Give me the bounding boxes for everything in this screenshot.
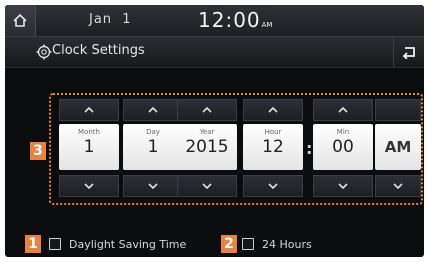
day-value-box[interactable]: Day 1 [123,124,183,170]
daylight-saving-option[interactable]: Daylight Saving Time [49,236,186,252]
month-column: Month 1 [59,95,119,203]
ampm-up-button[interactable] [375,99,421,121]
gear-icon [36,44,52,60]
minute-label: Min [336,128,350,136]
callout-3: 3 [30,142,46,160]
time-suffix: AM [261,21,273,29]
chevron-up-icon [148,107,158,113]
hour-column: Hour 12 [243,95,303,203]
chevron-down-icon [268,183,278,189]
year-value: 2015 [185,137,229,157]
minute-down-button[interactable] [313,175,373,197]
minute-value-box[interactable]: Min 00 [313,124,373,170]
hours-24-option[interactable]: 24 Hours [242,236,312,252]
day-down-button[interactable] [123,175,183,197]
year-column: Year 2015 [177,95,237,203]
chevron-down-icon [338,183,348,189]
hour-value-box[interactable]: Hour 12 [243,124,303,170]
ampm-down-button[interactable] [375,175,421,197]
month-value: 1 [83,137,95,157]
month-value-box[interactable]: Month 1 [59,124,119,170]
hour-label: Hour [264,128,282,136]
hour-value: 12 [262,137,284,157]
minute-value: 00 [332,137,354,157]
day-up-button[interactable] [123,99,183,121]
ampm-column: AM [375,95,421,203]
hours-24-checkbox[interactable] [242,238,254,250]
year-up-button[interactable] [177,99,237,121]
ampm-value: AM [384,138,412,156]
title-bar: Clock Settings [5,37,424,68]
daylight-saving-label: Daylight Saving Time [69,237,187,251]
day-label: Day [146,128,160,136]
minute-up-button[interactable] [313,99,373,121]
chevron-up-icon [268,107,278,113]
chevron-down-icon [202,183,212,189]
back-icon [402,47,415,59]
hours-24-label: 24 Hours [262,237,312,251]
chevron-up-icon [202,107,212,113]
status-date: Jan 1 [89,12,132,27]
callout-2: 2 [221,235,237,253]
year-value-box[interactable]: Year 2015 [177,124,237,170]
chevron-down-icon [84,183,94,189]
hour-down-button[interactable] [243,175,303,197]
minute-column: Min 00 [313,95,373,203]
page-title: Clock Settings [52,43,145,58]
home-icon [13,13,27,27]
screen-frame: Jan 1 12:00AM Clock Settings 3 Month 1 D… [5,5,424,257]
chevron-up-icon [84,107,94,113]
status-bar: Jan 1 12:00AM [5,5,424,37]
month-label: Month [78,128,100,136]
status-time: 12:00AM [198,8,273,32]
time-colon: : [306,139,313,158]
back-button[interactable] [393,37,424,67]
home-button[interactable] [5,5,36,36]
day-value: 1 [147,137,159,157]
callout-1: 1 [25,235,41,253]
chevron-up-icon [338,107,348,113]
month-up-button[interactable] [59,99,119,121]
chevron-down-icon [148,183,158,189]
date-time-picker: Month 1 Day 1 Year 2015 Hour 12: Min 00… [49,93,423,205]
daylight-saving-checkbox[interactable] [49,238,61,250]
hour-up-button[interactable] [243,99,303,121]
day-column: Day 1 [123,95,183,203]
ampm-value-box[interactable]: AM [375,124,421,170]
chevron-down-icon [393,183,403,189]
month-down-button[interactable] [59,175,119,197]
year-label: Year [199,128,215,136]
year-down-button[interactable] [177,175,237,197]
